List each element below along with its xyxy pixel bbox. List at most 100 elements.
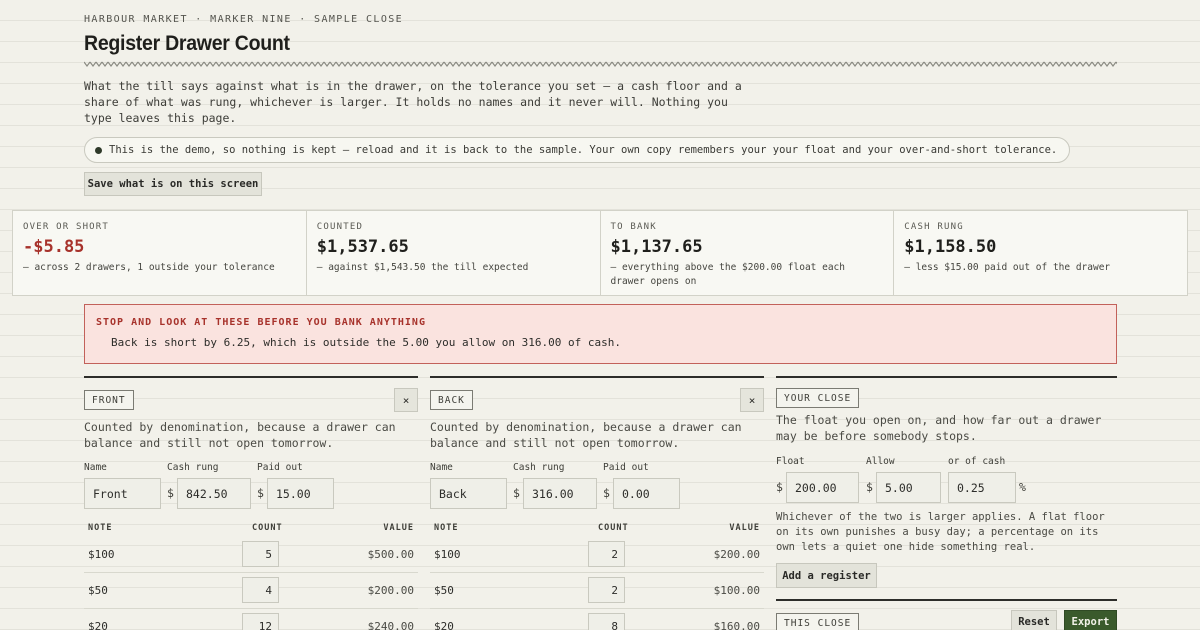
allow-label: Allow [866, 456, 895, 467]
export-button[interactable]: Export [1064, 610, 1117, 630]
stat-label: TO BANK [610, 222, 657, 232]
or-cash-label: or of cash [948, 456, 1006, 467]
intro-text: What the till says against what is in th… [84, 79, 742, 125]
stat-value: -$5.85 [23, 237, 85, 257]
table-row: $50 4 $200.00 [84, 573, 418, 609]
col-count-header: COUNT [598, 523, 629, 533]
drawer-front: FRONT × Counted by denomination, because… [84, 376, 418, 630]
stat-sub: — across 2 drawers, 1 outside your toler… [23, 262, 275, 273]
row-value: $200.00 [713, 548, 760, 561]
row-value: $240.00 [367, 620, 414, 630]
col-note-header: NOTE [434, 523, 459, 533]
currency-symbol: $ [776, 480, 783, 494]
col-value-header: VALUE [729, 523, 760, 533]
stat-sub: — everything above the $200.00 float eac… [610, 262, 846, 287]
name-label: Name [430, 462, 453, 473]
table-row: $100 2 $200.00 [430, 537, 764, 573]
stat-cash-rung: CASH RUNG $1,158.50 — less $15.00 paid o… [894, 211, 1187, 295]
count-input[interactable]: 2 [588, 541, 625, 567]
demo-notice: This is the demo, so nothing is kept — r… [84, 137, 1071, 163]
row-value: $200.00 [367, 584, 414, 597]
stat-label: CASH RUNG [904, 222, 964, 232]
drawer-name-input[interactable]: Front [84, 478, 161, 509]
drawer-tag: BACK [430, 390, 473, 410]
paid-out-label: Paid out [257, 462, 303, 473]
stat-label: OVER OR SHORT [23, 222, 110, 232]
row-note: $20 [88, 620, 108, 630]
stat-value: $1,137.65 [610, 237, 703, 257]
currency-symbol: $ [603, 486, 610, 500]
count-input[interactable]: 12 [242, 613, 279, 630]
paid-out-input[interactable]: 15.00 [267, 478, 334, 509]
stat-value: $1,537.65 [316, 237, 409, 257]
add-register-button[interactable]: Add a register [776, 563, 877, 588]
drawer-tag: FRONT [84, 390, 134, 410]
float-input[interactable]: 200.00 [786, 472, 859, 503]
col-note-header: NOTE [88, 523, 113, 533]
kicker: HARBOUR MARKET · MARKER NINE · SAMPLE CL… [84, 14, 404, 25]
cash-rung-label: Cash rung [513, 462, 565, 473]
stat-sub: — against $1,543.50 the till expected [316, 262, 529, 273]
currency-symbol: $ [513, 486, 520, 500]
float-label: Float [776, 456, 805, 467]
percent-sign: % [1019, 480, 1026, 494]
drawer-description: Counted by denomination, because a drawe… [430, 420, 742, 450]
currency-symbol: $ [167, 486, 174, 500]
currency-symbol: $ [257, 486, 264, 500]
col-count-header: COUNT [252, 523, 283, 533]
col-value-header: VALUE [383, 523, 414, 533]
allow-input[interactable]: 5.00 [876, 472, 941, 503]
count-input[interactable]: 4 [242, 577, 279, 603]
reset-button[interactable]: Reset [1011, 610, 1057, 630]
row-note: $100 [88, 548, 115, 561]
demo-notice-text: This is the demo, so nothing is kept — r… [109, 144, 1058, 156]
row-value: $160.00 [713, 620, 760, 630]
drawer-back: BACK × Counted by denomination, because … [430, 376, 764, 630]
table-row: $100 5 $500.00 [84, 537, 418, 573]
drawer-name-input[interactable]: Back [430, 478, 507, 509]
your-close-panel: YOUR CLOSE The float you open on, and ho… [776, 376, 1117, 588]
zigzag-divider [84, 61, 1117, 67]
tolerance-note: Whichever of the two is larger applies. … [776, 511, 1105, 553]
row-note: $20 [434, 620, 454, 630]
table-row: $20 8 $160.00 [430, 609, 764, 630]
table-row: $50 2 $100.00 [430, 573, 764, 609]
stat-counted: COUNTED $1,537.65 — against $1,543.50 th… [307, 211, 601, 295]
this-close-tag: THIS CLOSE [776, 613, 860, 630]
row-note: $100 [434, 548, 461, 561]
cash-rung-input[interactable]: 842.50 [177, 478, 251, 509]
row-note: $50 [434, 584, 454, 597]
remove-drawer-button[interactable]: × [394, 388, 418, 412]
this-close-divider [776, 599, 1117, 601]
alert-heading: STOP AND LOOK AT THESE BEFORE YOU BANK A… [96, 317, 426, 328]
currency-symbol: $ [866, 480, 873, 494]
alert-body: Back is short by 6.25, which is outside … [111, 336, 621, 349]
stat-over-short: OVER OR SHORT -$5.85 — across 2 drawers,… [13, 211, 307, 295]
row-value: $100.00 [713, 584, 760, 597]
count-input[interactable]: 2 [588, 577, 625, 603]
cash-rung-input[interactable]: 316.00 [523, 478, 597, 509]
your-close-tag: YOUR CLOSE [776, 388, 860, 408]
stat-value: $1,158.50 [904, 237, 997, 257]
tolerance-alert: STOP AND LOOK AT THESE BEFORE YOU BANK A… [84, 304, 1117, 364]
status-dot-icon [95, 146, 102, 154]
percent-input[interactable]: 0.25 [948, 472, 1016, 503]
stat-label: COUNTED [316, 222, 364, 232]
paid-out-label: Paid out [603, 462, 649, 473]
drawer-description: Counted by denomination, because a drawe… [84, 420, 396, 450]
page-title: Register Drawer Count [84, 32, 290, 55]
count-input[interactable]: 8 [588, 613, 625, 630]
row-note: $50 [88, 584, 108, 597]
stat-to-bank: TO BANK $1,137.65 — everything above the… [601, 211, 895, 295]
row-value: $500.00 [367, 548, 414, 561]
your-close-description: The float you open on, and how far out a… [776, 413, 1102, 443]
cash-rung-label: Cash rung [167, 462, 219, 473]
stat-sub: — less $15.00 paid out of the drawer [904, 262, 1111, 273]
table-row: $20 12 $240.00 [84, 609, 418, 630]
name-label: Name [84, 462, 107, 473]
count-input[interactable]: 5 [242, 541, 279, 567]
save-button[interactable]: Save what is on this screen [84, 172, 262, 196]
paid-out-input[interactable]: 0.00 [613, 478, 680, 509]
remove-drawer-button[interactable]: × [740, 388, 764, 412]
summary-stats: OVER OR SHORT -$5.85 — across 2 drawers,… [12, 210, 1188, 296]
